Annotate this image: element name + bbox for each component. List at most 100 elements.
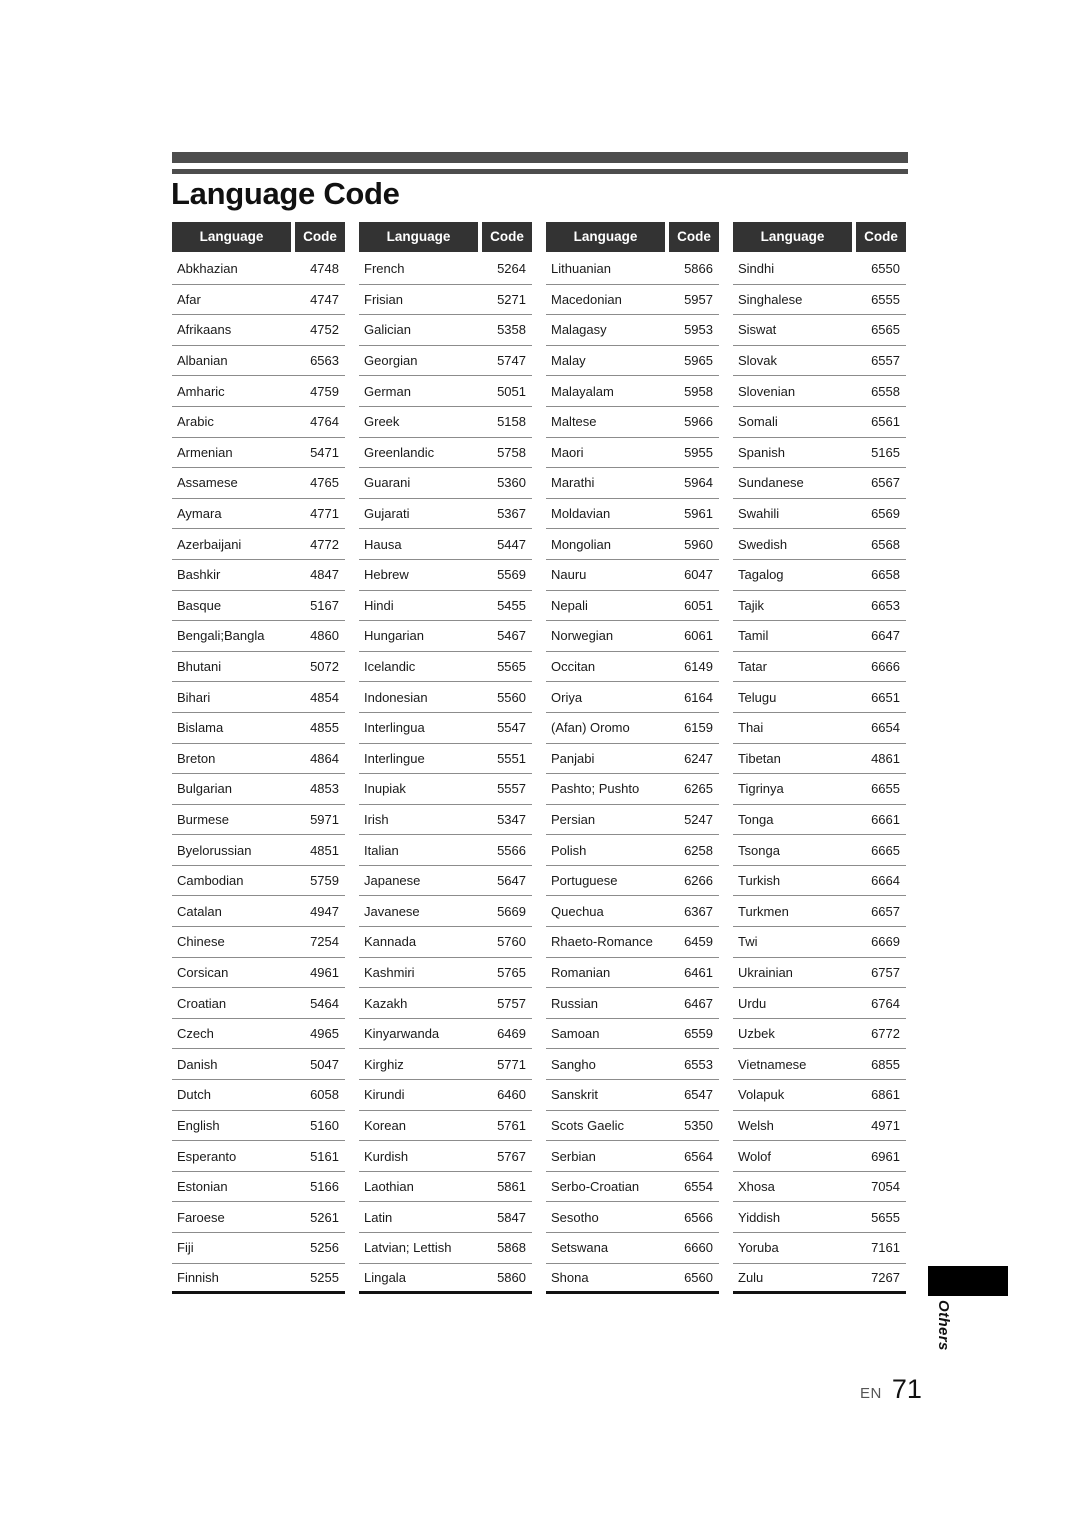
table-row: Azerbaijani 4772 (172, 529, 345, 560)
cell-language: Volapuk (738, 1087, 785, 1103)
cell-code: 6553 (684, 1056, 713, 1072)
table-row: Gujarati 5367 (359, 499, 532, 530)
cell-code: 6564 (684, 1148, 713, 1164)
cell-code: 6661 (871, 811, 900, 827)
cell-code: 4853 (310, 781, 339, 797)
cell-code: 5471 (310, 444, 339, 460)
cell-language: Pashto; Pushto (551, 781, 640, 797)
cell-language: Kurdish (364, 1148, 409, 1164)
cell-code: 6566 (684, 1209, 713, 1225)
table-row: Interlingue 5551 (359, 744, 532, 775)
table-row: Slovak 6557 (733, 346, 906, 377)
cell-code: 5953 (684, 322, 713, 338)
table-row: Malayalam 5958 (546, 376, 719, 407)
cell-code: 5551 (497, 750, 526, 766)
cell-language: Kirghiz (364, 1056, 404, 1072)
cell-language: Marathi (551, 475, 595, 491)
cell-code: 6051 (684, 597, 713, 613)
cell-language: Croatian (177, 995, 227, 1011)
table-row: Polish 6258 (546, 835, 719, 866)
cell-language: Burmese (177, 811, 230, 827)
cell-code: 5847 (497, 1209, 526, 1225)
cell-language: Siswat (738, 322, 777, 338)
cell-language: German (364, 383, 411, 399)
cell-code: 4860 (310, 628, 339, 644)
table-row: Armenian 5471 (172, 438, 345, 469)
table-row: Serbo-Croatian 6554 (546, 1172, 719, 1203)
table-row: Yoruba 7161 (733, 1233, 906, 1264)
cell-language: Kashmiri (364, 964, 415, 980)
cell-language: Persian (551, 811, 596, 827)
cell-code: 4747 (310, 291, 339, 307)
table-body: Abkhazian 4748 Afar 4747 Afrikaans 4752 Albani… (172, 254, 345, 1295)
cell-language: Italian (364, 842, 399, 858)
cell-code: 6164 (684, 689, 713, 705)
cell-language: Tatar (738, 659, 767, 675)
cell-code: 5761 (497, 1117, 526, 1133)
cell-language: Urdu (738, 995, 767, 1011)
table-row: Afar 4747 (172, 285, 345, 316)
cell-language: Hebrew (364, 567, 409, 583)
table-row: Norwegian 6061 (546, 621, 719, 652)
table-row: Persian 5247 (546, 805, 719, 836)
footer-page-number: 71 (891, 1374, 922, 1404)
cell-code: 5960 (684, 536, 713, 552)
cell-language: Arabic (177, 414, 214, 430)
table-body: Sindhi 6550 Singhalese 6555 Siswat 6565 Slovak… (733, 254, 906, 1295)
cell-code: 5166 (310, 1179, 339, 1195)
cell-language: Chinese (177, 934, 225, 950)
table-row: Hausa 5447 (359, 529, 532, 560)
cell-language: Yiddish (738, 1209, 781, 1225)
cell-code: 4864 (310, 750, 339, 766)
header-rule-thick (172, 152, 908, 163)
cell-code: 6561 (871, 414, 900, 430)
table-row: Sundanese 6567 (733, 468, 906, 499)
cell-language: Amharic (177, 383, 225, 399)
cell-language: Swahili (738, 506, 780, 522)
cell-code: 7254 (310, 934, 339, 950)
cell-language: Welsh (738, 1117, 774, 1133)
table-row: Russian 6467 (546, 988, 719, 1019)
cell-language: Romanian (551, 964, 611, 980)
cell-language: Tsonga (738, 842, 780, 858)
table-row: Portuguese 6266 (546, 866, 719, 897)
cell-language: Korean (364, 1117, 406, 1133)
cell-language: Armenian (177, 444, 233, 460)
table-row: Tatar 6666 (733, 652, 906, 683)
cell-code: 5569 (497, 567, 526, 583)
cell-language: Breton (177, 750, 216, 766)
table-header-row: Language Code (546, 222, 719, 252)
table-row: Catalan 4947 (172, 896, 345, 928)
cell-language: (Afan) Oromo (551, 720, 630, 736)
cell-code: 6569 (871, 506, 900, 522)
column-header-language: Language (546, 222, 665, 252)
table-row: Javanese 5669 (359, 896, 532, 928)
cell-code: 6861 (871, 1087, 900, 1103)
table-row: Sangho 6553 (546, 1049, 719, 1081)
cell-language: Rhaeto-Romance (551, 934, 653, 950)
table-row: Nepali 6051 (546, 591, 719, 622)
manual-page: Language Code Language Code Abkhazian 4748 A… (0, 0, 1080, 1528)
table-row: Tamil 6647 (733, 621, 906, 652)
cell-language: Nepali (551, 597, 588, 613)
cell-language: Tonga (738, 811, 774, 827)
cell-code: 5350 (684, 1117, 713, 1133)
table-row: Twi 6669 (733, 927, 906, 958)
table-row: Urdu 6764 (733, 988, 906, 1019)
cell-language: Sanskrit (551, 1087, 598, 1103)
cell-code: 4847 (310, 567, 339, 583)
cell-code: 5647 (497, 873, 526, 889)
table-header-row: Language Code (359, 222, 532, 252)
cell-language: Greek (364, 414, 400, 430)
cell-language: Kannada (364, 934, 417, 950)
table-row: French 5264 (359, 254, 532, 285)
cell-language: Latin (364, 1209, 393, 1225)
table-row: Macedonian 5957 (546, 285, 719, 316)
cell-code: 7267 (871, 1269, 900, 1285)
cell-code: 7161 (871, 1240, 900, 1256)
table-row: Rhaeto-Romance 6459 (546, 927, 719, 958)
table-row: Quechua 6367 (546, 896, 719, 928)
cell-language: Malay (551, 353, 586, 369)
cell-language: Kinyarwanda (364, 1026, 440, 1042)
cell-code: 4771 (310, 506, 339, 522)
